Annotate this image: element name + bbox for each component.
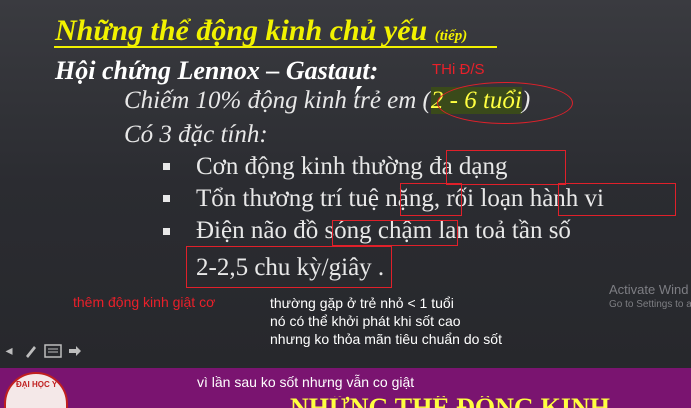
notes-icon[interactable]: [44, 342, 62, 360]
annotation-note-3: nhưng ko thỏa mãn tiêu chuẩn do sốt: [270, 331, 502, 347]
activate-windows-watermark: Activate Wind: [609, 282, 689, 297]
next-arrow-icon[interactable]: [66, 342, 84, 360]
annotation-red-note: thêm động kinh giật cơ: [73, 294, 216, 310]
pen-icon[interactable]: [22, 342, 40, 360]
annotation-box-4: [332, 220, 458, 246]
slide-subtitle: Hội chứng Lennox – Gastaut:: [55, 56, 379, 85]
annotation-note-2: nó có thể khởi phát khi sốt cao: [270, 313, 461, 329]
bullet-marker-icon: [163, 228, 170, 235]
presentation-toolbar: ◂: [0, 340, 84, 362]
next-slide-title-partial: NHỮNG THỂ ĐỘNG KINH: [290, 396, 610, 408]
bullet-marker-icon: [163, 163, 170, 170]
slide-title: Những thể động kinh chủ yếu (tiếp): [55, 14, 468, 47]
annotation-box-3: [558, 183, 676, 216]
line-characteristics: Có 3 đặc tính:: [124, 121, 268, 148]
title-underline: [54, 46, 497, 48]
activate-windows-subtext: Go to Settings to a: [609, 299, 691, 310]
annotation-box-1: [446, 150, 566, 185]
annotation-thi-ds: THi Đ/S: [432, 61, 485, 78]
bullet-marker-icon: [163, 195, 170, 202]
annotation-box-5: [186, 246, 392, 288]
annotation-ellipse: [437, 82, 573, 124]
annotation-box-2: [400, 183, 462, 216]
title-suffix: (tiếp): [434, 28, 468, 44]
slide: Những thể động kinh chủ yếu (tiếp) Hội c…: [0, 0, 691, 408]
pointer-icon[interactable]: ◂: [0, 342, 18, 360]
annotation-bottom-note: vì lần sau ko sốt nhưng vẫn co giật: [197, 374, 415, 390]
logo-text: ĐẠI HỌC Y: [16, 380, 58, 389]
annotation-note-1: thường gặp ở trẻ nhỏ < 1 tuổi: [270, 295, 454, 311]
